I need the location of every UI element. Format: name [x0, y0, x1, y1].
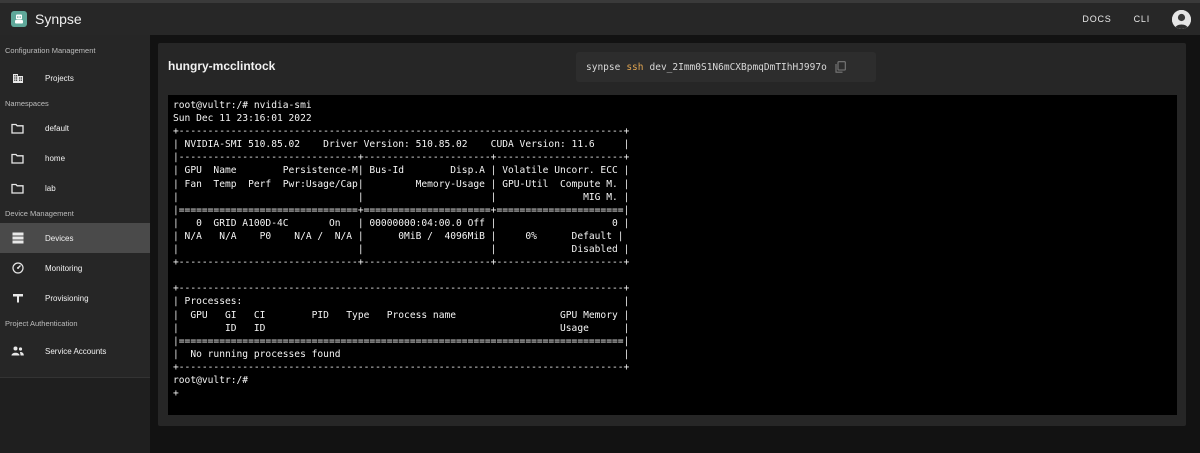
sidebar-item-label: Projects [45, 73, 74, 83]
terminal-line: | No running processes found | [173, 348, 630, 360]
synpse-logo-icon[interactable] [11, 11, 27, 27]
app-title[interactable]: Synpse [35, 11, 82, 27]
section-label-device-management: Device Management [5, 208, 74, 218]
sidebar-item-devices[interactable]: Devices [0, 223, 150, 253]
terminal-line: +---------------------------------------… [173, 361, 630, 373]
sidebar-item-label: Devices [45, 233, 74, 243]
terminal-line: |=======================================… [173, 335, 630, 347]
cli-link[interactable]: CLI [1134, 14, 1150, 24]
sidebar-item-label: Service Accounts [45, 346, 107, 356]
terminal-line: +---------------------------------------… [173, 283, 630, 295]
device-name: hungry-mcclintock [168, 59, 276, 73]
device-panel: hungry-mcclintock synpse ssh dev_2Imm0S1… [158, 43, 1186, 426]
terminal-line: |-------------------------------+-------… [173, 152, 630, 164]
sidebar-item-lab[interactable]: lab [0, 173, 150, 203]
terminal-line: | Processes: | [173, 296, 630, 308]
sidebar-item-monitoring[interactable]: Monitoring [0, 253, 150, 283]
terminal-line: | | | Disabled | [173, 244, 630, 256]
sidebar-item-label: Monitoring [45, 263, 83, 273]
docs-link[interactable]: DOCS [1082, 14, 1111, 24]
terminal-line: | Fan Temp Perf Pwr:Usage/Cap| Memory-Us… [173, 178, 630, 190]
terminal-line: | NVIDIA-SMI 510.85.02 Driver Version: 5… [173, 139, 630, 151]
terminal-line: +-------------------------------+-------… [173, 257, 630, 269]
terminal-line: | GPU GI CI PID Type Process name GPU Me… [173, 309, 630, 321]
copy-icon[interactable] [835, 61, 846, 73]
terminal-line: root@vultr:/# nvidia-smi [173, 100, 312, 111]
sidebar-item-label: home [45, 153, 66, 163]
top-app-bar: Synpse DOCS CLI [0, 0, 1200, 35]
section-label-namespaces: Namespaces [5, 98, 49, 108]
terminal[interactable]: root@vultr:/# nvidia-smi Sun Dec 11 23:1… [168, 95, 1177, 415]
terminal-line: | ID ID Usage | [173, 322, 630, 334]
sidebar-item-default[interactable]: default [0, 113, 150, 143]
ssh-command: synpse ssh dev_2Imm0S1N6mCXBpmqDmTIhHJ99… [576, 52, 876, 82]
terminal-line: | GPU Name Persistence-M| Bus-Id Disp.A … [173, 165, 630, 177]
sidebar: Configuration Management Projects Namesp… [0, 35, 150, 453]
sidebar-item-label: lab [45, 183, 56, 193]
terminal-line: +---------------------------------------… [173, 126, 630, 138]
terminal-line: |===============================+=======… [173, 204, 630, 216]
ssh-command-cli: synpse [586, 61, 621, 73]
terminal-line: + [173, 388, 179, 400]
terminal-line: | 0 GRID A100D-4C On | 00000000:04:00.0 … [173, 217, 630, 229]
terminal-line: | N/A N/A P0 N/A / N/A | 0MiB / 4096MiB … [173, 230, 624, 242]
people-icon [11, 345, 24, 358]
sidebar-item-label: default [45, 123, 70, 133]
gauge-icon [11, 262, 24, 275]
terminal-line: Sun Dec 11 23:16:01 2022 [173, 113, 312, 125]
user-avatar[interactable] [1172, 9, 1191, 29]
folder-icon [11, 182, 24, 195]
building-icon [11, 72, 24, 85]
ssh-command-subcommand: ssh [626, 61, 644, 73]
sidebar-item-service-accounts[interactable]: Service Accounts [0, 333, 150, 369]
sidebar-item-projects[interactable]: Projects [0, 63, 150, 93]
devices-icon [11, 232, 24, 245]
section-label-project-authentication: Project Authentication [5, 318, 78, 328]
sidebar-item-label: Provisioning [45, 293, 89, 303]
section-label-configuration: Configuration Management [5, 45, 96, 55]
sidebar-item-home[interactable]: home [0, 143, 150, 173]
sidebar-item-provisioning[interactable]: Provisioning [0, 283, 150, 313]
terminal-output: root@vultr:/# nvidia-smi Sun Dec 11 23:1… [168, 95, 1177, 400]
folder-icon [11, 152, 24, 165]
terminal-line: root@vultr:/# [173, 374, 254, 386]
provisioning-icon [11, 292, 24, 305]
terminal-line: | | | MIG M. | [173, 191, 630, 203]
ssh-command-device-id: dev_2Imm0S1N6mCXBpmqDmTIhHJ997o [649, 61, 827, 73]
folder-icon [11, 122, 24, 135]
